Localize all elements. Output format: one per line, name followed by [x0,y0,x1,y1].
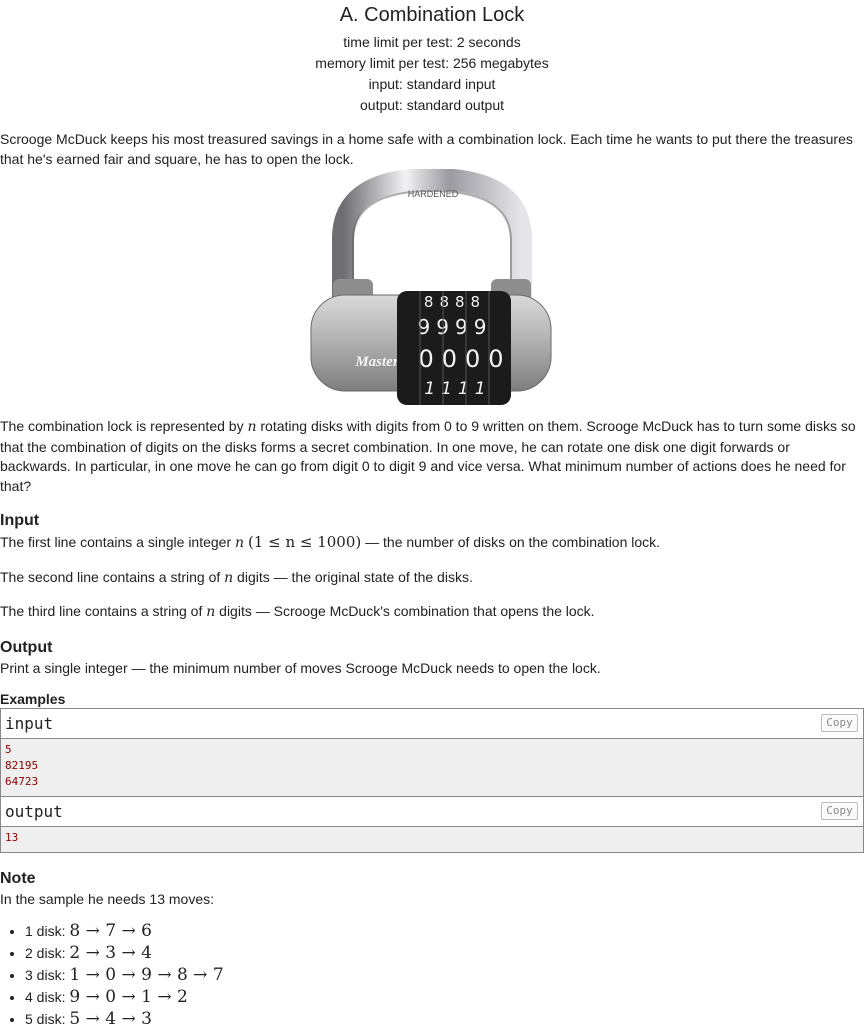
dial-row-4: 1111 [424,379,491,399]
time-limit: time limit per test: 2 seconds [343,34,521,50]
note-list: 1 disk: 8 → 7 → 6 2 disk: 2 → 3 → 4 3 di… [0,920,864,1030]
sample-input-label: input [5,714,54,733]
sample-output-header: output Copy [1,796,863,827]
output-file: output: standard output [360,97,504,113]
dial-row-1: 8888 [424,293,486,311]
list-item: 5 disk: 5 → 4 → 3 [25,1008,864,1030]
problem-statement: A. Combination Lock time limit per test:… [0,0,864,1030]
sample-output-label: output [5,802,63,821]
list-item: 3 disk: 1 → 0 → 9 → 8 → 7 [25,964,864,986]
output-text: Print a single integer — the minimum num… [0,659,601,676]
input-file: input: standard input [368,76,496,92]
shackle-text: HARDENED [408,189,459,199]
input-line-3: The third line contains a string of n di… [0,603,595,620]
output-section-title: Output [0,638,53,656]
constraint: (1 ≤ n ≤ 1000) [247,533,362,551]
dial-row-3: 0000 [418,345,511,373]
sample-output-text: 13 [1,827,863,852]
legend-intro: Scrooge McDuck keeps his most treasured … [0,131,853,167]
memory-limit: memory limit per test: 256 megabytes [315,55,549,71]
padlock-illustration: HARDENED Master 8888 9999 0000 1111 [310,167,552,405]
lock-image: HARDENED Master 8888 9999 0000 1111 [0,167,864,417]
note-text: In the sample he needs 13 moves: [0,891,215,907]
problem-title: A. Combination Lock [339,4,525,26]
input-section-title: Input [0,512,40,529]
list-item: 2 disk: 2 → 3 → 4 [25,942,864,964]
problem-header: A. Combination Lock time limit per test:… [0,0,864,116]
input-line-1: The first line contains a single integer… [0,533,661,551]
dial-row-2: 9999 [418,315,493,339]
sample-input-text: 5 82195 64723 [1,739,863,796]
var-n: n [247,419,257,435]
list-item: 4 disk: 9 → 0 → 1 → 2 [25,986,864,1008]
copy-output-button[interactable]: Copy [821,802,858,820]
brand-logo: Master [354,354,399,370]
note-title: Note [0,870,36,887]
copy-input-button[interactable]: Copy [821,714,858,732]
list-item: 1 disk: 8 → 7 → 6 [25,920,864,942]
input-line-2: The second line contains a string of n d… [0,568,473,586]
legend-description: The combination lock is represented by n… [0,418,856,494]
sample-test: input Copy 5 82195 64723 output Copy 13 [0,708,864,853]
sample-input-header: input Copy [1,709,863,739]
examples-title: Examples [0,691,66,707]
